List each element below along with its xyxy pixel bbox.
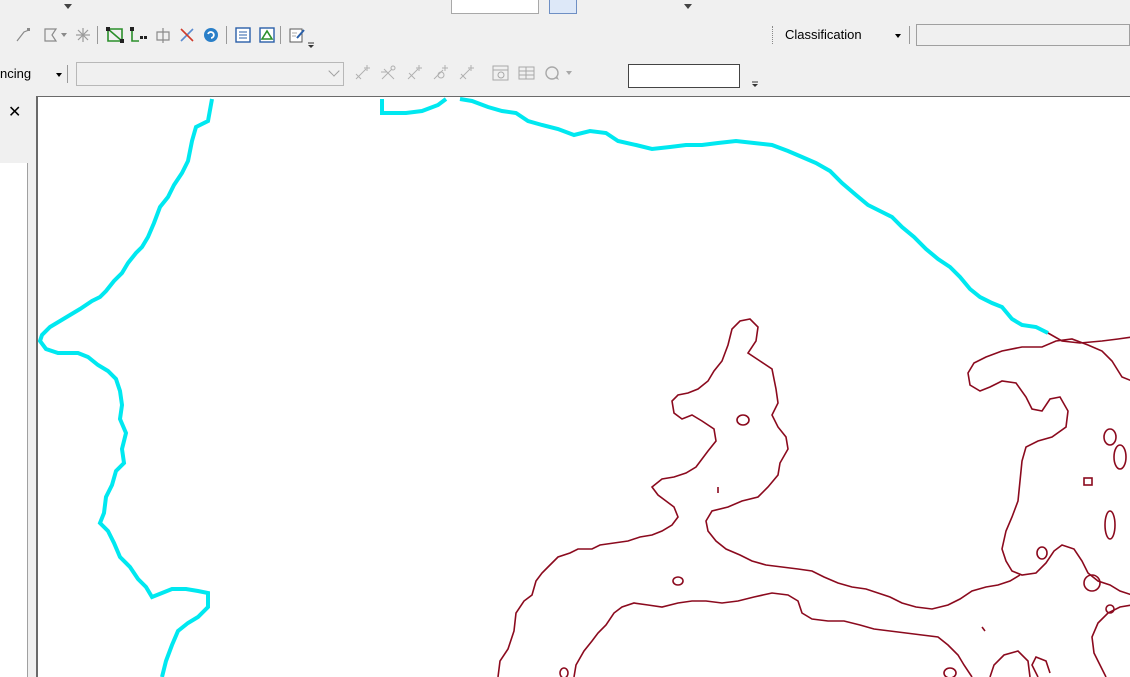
contour-line	[1031, 655, 1051, 677]
map-view[interactable]	[36, 96, 1130, 677]
contour-line	[943, 667, 957, 677]
split-icon[interactable]	[152, 24, 174, 46]
contour-line	[1113, 444, 1127, 470]
water-boundary-line	[380, 97, 1049, 335]
rotate-icon[interactable]	[200, 24, 222, 46]
contour-line	[967, 338, 1130, 596]
toolbar-options-icon[interactable]	[750, 78, 760, 88]
top-toolbar-strip	[0, 0, 1130, 18]
chevron-down-icon[interactable]	[895, 34, 901, 38]
contour-line	[1036, 546, 1048, 560]
chevron-down-icon	[328, 65, 340, 77]
toolbar-separator	[280, 26, 281, 44]
classification-menu[interactable]: Classification	[785, 27, 862, 42]
toolbar-separator	[67, 65, 68, 83]
dropdown-arrow-icon[interactable]	[684, 4, 692, 9]
topology-edit-icon[interactable]	[104, 24, 126, 46]
toolbar-separator	[909, 26, 910, 44]
water-boundary-line	[38, 98, 214, 677]
rotation-input[interactable]	[628, 64, 740, 88]
auto-register-icon[interactable]	[378, 62, 400, 84]
contour-line	[981, 626, 986, 632]
layout-tab-icon[interactable]	[549, 0, 577, 14]
contour-line	[559, 667, 569, 677]
contour-line	[1104, 510, 1116, 540]
contour-line	[989, 650, 1031, 677]
attributes-icon[interactable]	[232, 24, 254, 46]
chevron-down-icon[interactable]	[562, 62, 576, 84]
contour-line	[672, 576, 684, 586]
contour-line	[736, 414, 750, 426]
intersect-icon[interactable]	[176, 24, 198, 46]
link-table-icon[interactable]	[516, 62, 538, 84]
map-canvas[interactable]	[38, 97, 1130, 677]
scale-field[interactable]	[451, 0, 539, 14]
georeferencing-menu[interactable]: ncing	[0, 66, 31, 81]
close-icon[interactable]: ✕	[8, 102, 21, 122]
rotate-icon[interactable]	[542, 62, 564, 84]
pane-content[interactable]	[0, 163, 28, 677]
add-point-icon[interactable]	[404, 62, 426, 84]
contour-line	[1083, 477, 1093, 486]
view-link-table-icon[interactable]	[490, 62, 512, 84]
contour-line	[1047, 332, 1130, 344]
contour-line	[1083, 574, 1101, 592]
create-features-icon[interactable]	[286, 24, 308, 46]
trace-icon[interactable]	[128, 24, 150, 46]
contour-line	[1103, 428, 1117, 446]
zoom-to-point-icon[interactable]	[430, 62, 452, 84]
contour-line	[497, 318, 1021, 677]
classification-layer-field[interactable]	[916, 24, 1130, 46]
toolbar-separator	[226, 26, 227, 44]
georeference-layer-select[interactable]	[76, 62, 344, 86]
toolbar-separator	[97, 26, 98, 44]
vertex-icon[interactable]	[12, 24, 34, 46]
contour-line	[1091, 604, 1130, 677]
explode-icon[interactable]	[72, 24, 94, 46]
table-of-contents-pane: ✕	[0, 96, 32, 677]
chevron-down-icon[interactable]	[58, 24, 70, 46]
dropdown-arrow-icon[interactable]	[64, 4, 72, 9]
sketch-properties-icon[interactable]	[256, 24, 278, 46]
add-control-point-icon[interactable]	[352, 62, 374, 84]
toolbar-grip[interactable]	[772, 26, 775, 44]
toolbar-options-icon[interactable]	[306, 39, 316, 49]
chevron-down-icon[interactable]	[56, 73, 62, 77]
delete-point-icon[interactable]	[456, 62, 478, 84]
